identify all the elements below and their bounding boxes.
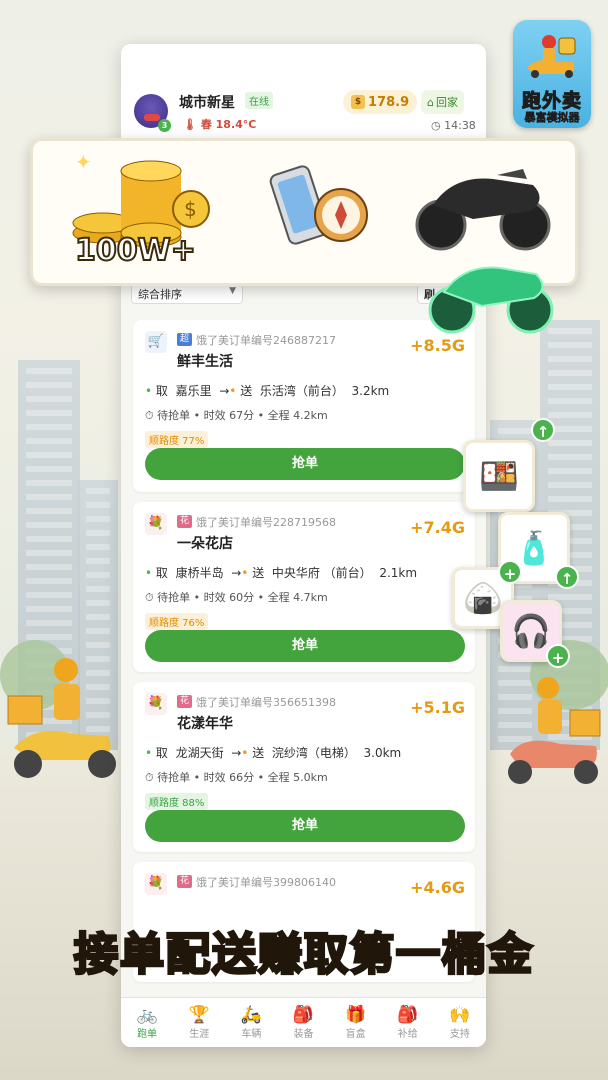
order-meta: ⏱ 待抢单 • 时效 66分 • 全程 5.0km: [145, 771, 328, 784]
rider-left-illustration: [7, 658, 116, 778]
supply-bag-icon: 🎒: [397, 1004, 419, 1025]
earning: +4.6G: [410, 878, 465, 897]
nav-item-support[interactable]: 🙌 支持: [438, 1004, 482, 1040]
order-card[interactable]: 🛒 超 饿了美订单编号246887217 鲜丰生活 +8.5G • 取 嘉乐里 …: [133, 320, 475, 492]
nav-item-blindbox[interactable]: 🎁 盲盒: [334, 1004, 378, 1040]
shop-name: 一朵花店: [177, 536, 233, 552]
order-tag: 花: [177, 515, 193, 528]
scooter-icon: 🛵: [240, 1004, 262, 1025]
timer-icon: ⏱: [145, 591, 154, 604]
motorcycle-green-icon: [428, 266, 554, 334]
coins-amount-label: 100W+: [74, 232, 197, 269]
coin-value: 178.9: [368, 94, 410, 110]
timer-icon: ⏱: [145, 771, 154, 784]
user-name: 城市新星: [179, 95, 235, 111]
smooth-badge: 顺路度 77%: [145, 431, 209, 448]
clock-time: 14:38: [444, 119, 476, 132]
nav-item-vehicle[interactable]: 🛵 车辆: [229, 1004, 273, 1040]
smooth-badge: 顺路度 76%: [145, 613, 209, 630]
home-button[interactable]: ⌂ 回家: [421, 90, 464, 114]
trophy-icon: 🏆: [188, 1004, 210, 1025]
nav-item-run[interactable]: 🚲 跑单: [125, 1004, 169, 1040]
route: • 取 龙湖天街 →• 送 浣纱湾（电梯） 3.0km: [145, 746, 402, 760]
order-tag: 超: [177, 333, 193, 346]
water-bottle-icon: 🧴: [514, 529, 554, 567]
phone-compass-icon: [269, 165, 368, 245]
add-icon[interactable]: +: [498, 560, 522, 584]
app-logo: 跑外卖 暴富模拟器: [513, 20, 591, 128]
bottom-nav: 🚲 跑单 🏆 生涯 🛵 车辆 🎒 装备 🎁 盲盒 🎒 补给 🙌 支持: [121, 997, 486, 1047]
smooth-badge: 顺路度 88%: [145, 793, 209, 810]
house-icon: ⌂: [427, 95, 434, 109]
shop-name: 鲜丰生活: [177, 354, 233, 370]
timer-icon: ⏱: [145, 409, 154, 422]
flower-icon: 💐: [145, 873, 167, 895]
rider-right-illustration: [508, 677, 601, 784]
clock-icon: ◷: [431, 119, 441, 132]
order-number: 饿了美订单编号399806140: [196, 876, 336, 889]
earning: +8.5G: [410, 336, 465, 355]
app-logo-subtitle: 暴富模拟器: [524, 111, 580, 125]
sort-label: 综合排序: [138, 288, 182, 301]
route: • 取 嘉乐里 →• 送 乐活湾（前台） 3.2km: [145, 384, 390, 398]
shop-name: 花漾年华: [177, 716, 233, 732]
gift-icon: 🎁: [345, 1004, 367, 1025]
bike-icon: 🚲: [136, 1004, 158, 1025]
svg-text:$: $: [184, 197, 197, 221]
order-tag: 花: [177, 875, 193, 888]
money-bag-icon: $: [351, 95, 365, 109]
nav-item-supply[interactable]: 🎒 补给: [386, 1004, 430, 1040]
earning: +5.1G: [410, 698, 465, 717]
order-number: 饿了美订单编号246887217: [196, 334, 336, 347]
upgrade-arrow-icon[interactable]: ↑: [531, 418, 555, 442]
order-tag: 花: [177, 695, 193, 708]
level-badge: 3: [158, 119, 171, 132]
grab-order-button[interactable]: 抢单: [145, 630, 465, 662]
thermometer-icon: 🌡: [183, 118, 197, 131]
status-header: 3 城市新星 在线 🌡 春 18.4°C $ 178.9 ⌂ 回家 ◷ 14:3…: [121, 44, 486, 144]
coin-balance[interactable]: $ 178.9: [343, 90, 418, 114]
rice-ball-icon: 🍙: [463, 579, 503, 617]
chevron-down-icon: ▼: [229, 286, 236, 296]
slogan: 接单配送赚取第一桶金: [73, 928, 534, 982]
flower-icon: 💐: [145, 693, 167, 715]
order-meta: ⏱ 待抢单 • 时效 67分 • 全程 4.2km: [145, 409, 328, 422]
order-number: 饿了美订单编号228719568: [196, 516, 336, 529]
route: • 取 康桥半岛 →• 送 中央华府 （前台） 2.1km: [145, 566, 418, 580]
order-number: 饿了美订单编号356651398: [196, 696, 336, 709]
weather-label: 🌡 春 18.4°C: [183, 116, 256, 132]
add-icon[interactable]: +: [546, 644, 570, 668]
flower-icon: 💐: [145, 513, 167, 535]
weather-text: 春 18.4°C: [200, 118, 257, 131]
grab-order-button[interactable]: 抢单: [145, 810, 465, 842]
cart-icon: 🛒: [145, 331, 167, 353]
svg-text:✦: ✦: [75, 153, 92, 174]
order-card[interactable]: 💐 花 饿了美订单编号228719568 一朵花店 +7.4G • 取 康桥半岛…: [133, 502, 475, 672]
nav-item-career[interactable]: 🏆 生涯: [177, 1004, 221, 1040]
item-bento[interactable]: 🍱: [463, 440, 535, 512]
order-meta: ⏱ 待抢单 • 时效 60分 • 全程 4.7km: [145, 591, 328, 604]
headphones-icon: 🎧: [511, 612, 551, 650]
nav-item-equipment[interactable]: 🎒 装备: [281, 1004, 325, 1040]
online-badge: 在线: [245, 92, 273, 109]
hands-icon: 🙌: [449, 1004, 471, 1025]
motorcycle-black-icon: [415, 169, 551, 251]
scooter-logo-icon: [527, 35, 576, 78]
upgrade-arrow-icon[interactable]: ↑: [555, 565, 579, 589]
clock: ◷ 14:38: [431, 119, 476, 132]
order-card[interactable]: 💐 花 饿了美订单编号356651398 花漾年华 +5.1G • 取 龙湖天街…: [133, 682, 475, 852]
grab-order-button[interactable]: 抢单: [145, 448, 465, 480]
earning: +7.4G: [410, 518, 465, 537]
home-label: 回家: [435, 96, 458, 109]
bento-icon: 🍱: [479, 457, 519, 495]
backpack-icon: 🎒: [292, 1004, 315, 1025]
